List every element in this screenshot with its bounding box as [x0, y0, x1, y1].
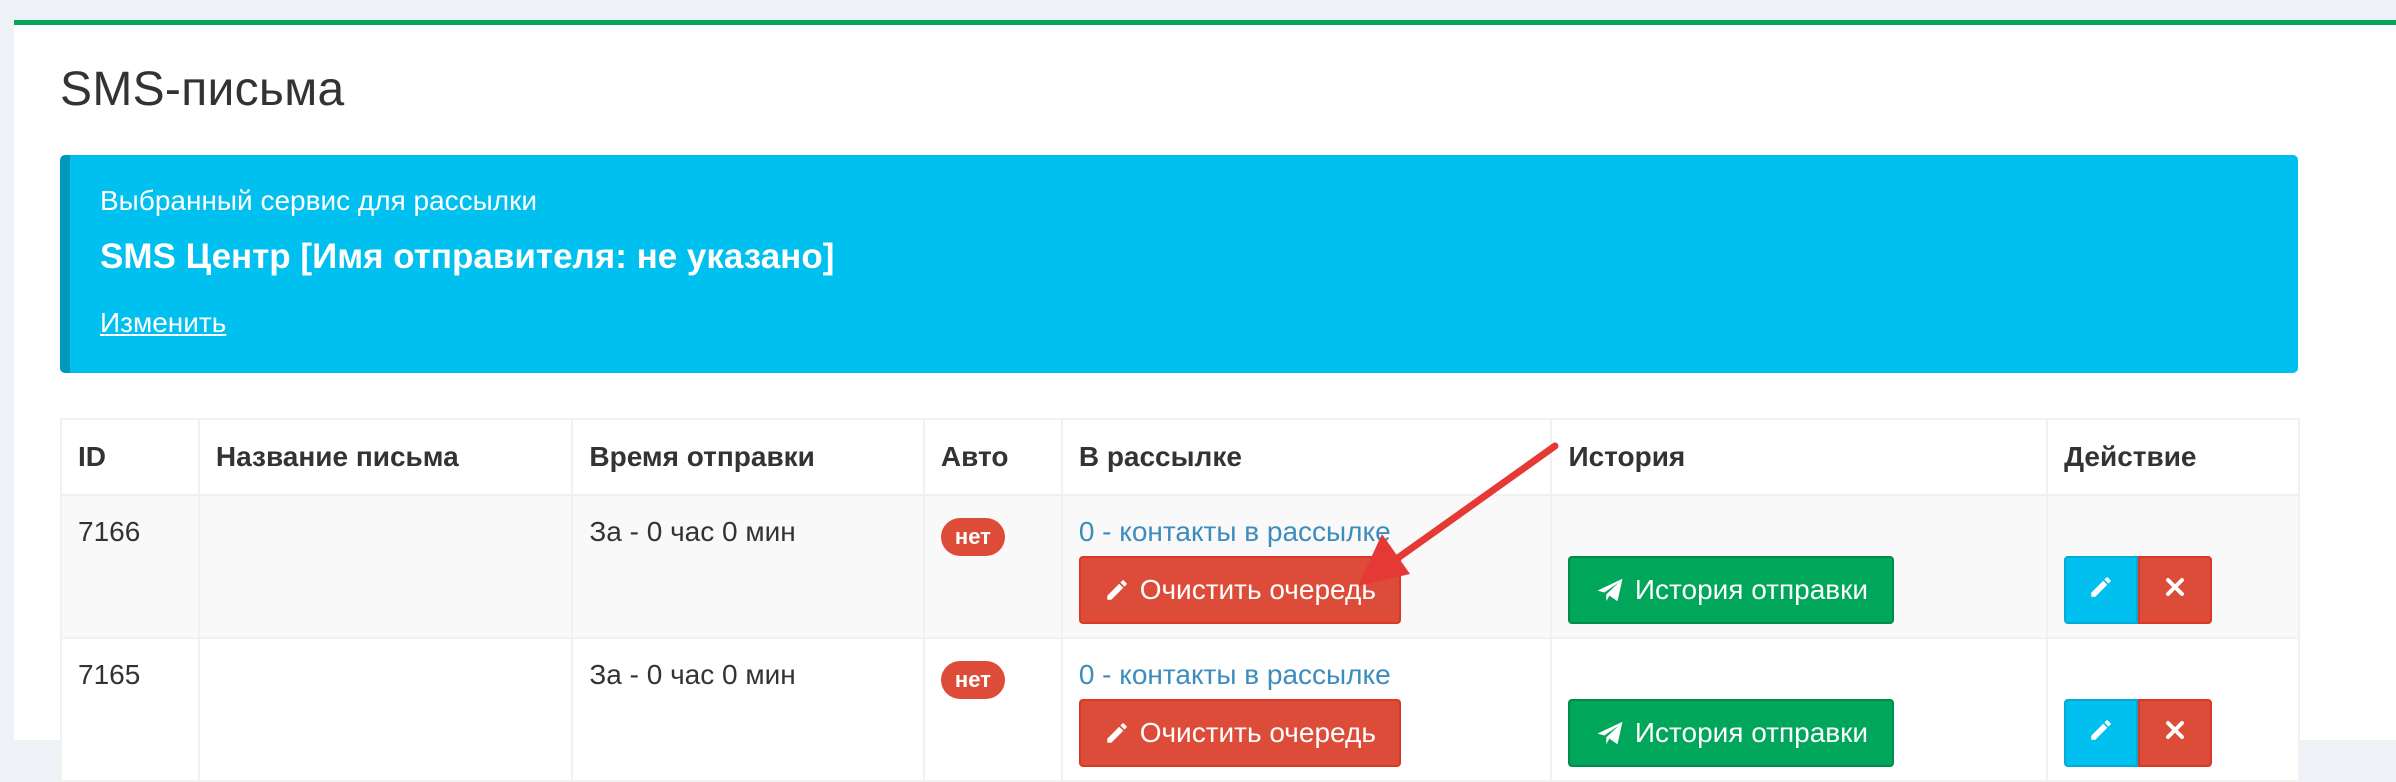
delete-button[interactable]	[2138, 556, 2213, 624]
table-row: 7165 За - 0 час 0 мин нет 0 - контакты в…	[60, 637, 2300, 782]
cell-id: 7165	[60, 637, 200, 782]
table-row: 7166 За - 0 час 0 мин нет 0 - контакты в…	[60, 494, 2300, 639]
cell-name	[197, 637, 574, 782]
header-auto[interactable]: Авто	[922, 418, 1063, 496]
pencil-icon	[1104, 577, 1130, 603]
paper-plane-icon	[1595, 718, 1625, 748]
send-history-label: История отправки	[1634, 574, 1869, 605]
cell-action	[2046, 637, 2300, 782]
close-icon	[2163, 574, 2187, 606]
header-name[interactable]: Название письма	[197, 418, 574, 496]
send-history-button[interactable]: История отправки	[1568, 556, 1895, 624]
header-id[interactable]: ID	[60, 418, 200, 496]
edit-button[interactable]	[2064, 699, 2139, 767]
auto-status-badge: нет	[940, 518, 1005, 556]
clear-queue-label: Очистить очередь	[1139, 717, 1376, 748]
edit-button[interactable]	[2064, 556, 2139, 624]
delete-button[interactable]	[2138, 699, 2213, 767]
clear-queue-button[interactable]: Очистить очередь	[1078, 556, 1401, 624]
sms-table: ID Название письма Время отправки Авто В…	[60, 418, 2300, 782]
pencil-icon	[2088, 717, 2114, 750]
send-history-label: История отправки	[1634, 717, 1869, 748]
service-name: SMS Центр [Имя отправителя: не указано]	[100, 237, 835, 276]
cell-in-mailing: 0 - контакты в рассылке Очистить очередь	[1060, 494, 1553, 639]
cell-auto: нет	[922, 637, 1063, 782]
change-service-link[interactable]: Изменить	[100, 307, 226, 339]
cell-send-time: За - 0 час 0 мин	[571, 637, 925, 782]
service-info-box: Выбранный сервис для рассылки SMS Центр …	[60, 155, 2298, 373]
cell-history: История отправки	[1550, 637, 2049, 782]
cell-name	[197, 494, 574, 639]
table-header-row: ID Название письма Время отправки Авто В…	[60, 418, 2300, 496]
cell-in-mailing: 0 - контакты в рассылке Очистить очередь	[1060, 637, 1553, 782]
page-title: SMS-письма	[60, 63, 345, 116]
send-history-button[interactable]: История отправки	[1568, 699, 1895, 767]
clear-queue-button[interactable]: Очистить очередь	[1078, 699, 1401, 767]
action-button-group	[2064, 516, 2282, 624]
clear-queue-label: Очистить очередь	[1139, 574, 1376, 605]
cell-send-time: За - 0 час 0 мин	[571, 494, 925, 639]
contacts-link[interactable]: 0 - контакты в рассылке	[1079, 659, 1535, 691]
cell-id: 7166	[60, 494, 200, 639]
cell-auto: нет	[922, 494, 1063, 639]
header-action[interactable]: Действие	[2046, 418, 2300, 496]
action-button-group	[2064, 659, 2282, 767]
contacts-link[interactable]: 0 - контакты в рассылке	[1079, 516, 1535, 548]
pencil-icon	[1104, 720, 1130, 746]
cell-history: История отправки	[1550, 494, 2049, 639]
header-in-mailing[interactable]: В рассылке	[1060, 418, 1553, 496]
paper-plane-icon	[1595, 575, 1625, 605]
service-caption: Выбранный сервис для рассылки	[100, 185, 538, 216]
auto-status-badge: нет	[940, 661, 1005, 699]
header-send-time[interactable]: Время отправки	[571, 418, 925, 496]
pencil-icon	[2088, 574, 2114, 607]
close-icon	[2163, 717, 2187, 749]
header-history[interactable]: История	[1550, 418, 2049, 496]
cell-action	[2046, 494, 2300, 639]
